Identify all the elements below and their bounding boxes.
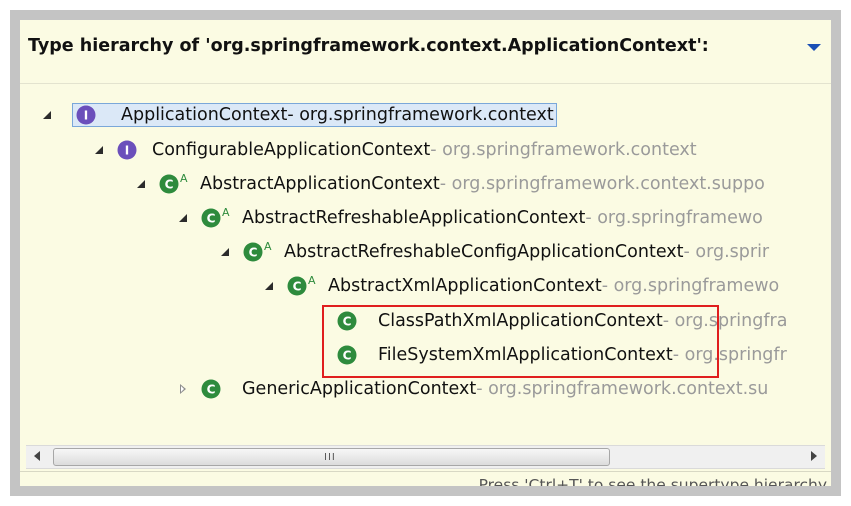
package-name: - org.springframework.context.suppo (439, 174, 765, 194)
type-name: AbstractRefreshableApplicationContext (242, 208, 586, 228)
abstract-class-icon: C A (158, 173, 194, 195)
svg-text:A: A (222, 207, 230, 219)
type-name: AbstractXmlApplicationContext (328, 276, 602, 296)
header-divider (20, 83, 831, 84)
svg-text:I: I (84, 109, 88, 123)
expanded-twisty-icon[interactable] (136, 178, 148, 190)
expanded-twisty-icon[interactable] (178, 212, 190, 224)
abstract-class-icon: C A (200, 207, 236, 229)
tree-row-abstractrefreshableapplicationcontext[interactable]: C A AbstractRefreshableApplicationContex… (178, 203, 763, 233)
popup-title: Type hierarchy of 'org.springframework.c… (28, 36, 709, 56)
tree-row-abstractxmlapplicationcontext[interactable]: C A AbstractXmlApplicationContext - org.… (264, 271, 779, 301)
svg-text:A: A (308, 275, 316, 287)
abstract-class-icon: C A (286, 275, 322, 297)
expanded-twisty-icon[interactable] (264, 280, 276, 292)
class-icon: C (200, 378, 222, 400)
tree-row-configurableapplicationcontext[interactable]: I ConfigurableApplicationContext - org.s… (94, 135, 697, 165)
type-name: AbstractRefreshableConfigApplicationCont… (284, 242, 684, 262)
tree-row-abstractapplicationcontext[interactable]: C A AbstractApplicationContext - org.spr… (136, 169, 765, 199)
hierarchy-tree: I ApplicationContext - org.springframewo… (20, 90, 831, 440)
svg-text:C: C (207, 383, 216, 397)
scroll-right-icon[interactable] (811, 451, 817, 461)
package-name: - org.springframewo (585, 208, 763, 228)
window-frame: Type hierarchy of 'org.springframework.c… (10, 10, 841, 496)
svg-text:C: C (207, 212, 216, 226)
interface-icon: I (75, 104, 97, 126)
horizontal-scrollbar[interactable]: III (26, 445, 825, 469)
scrollbar-thumb[interactable]: III (53, 448, 610, 466)
package-name: - org.springframework.context.su (476, 379, 769, 399)
view-menu-icon[interactable] (807, 44, 821, 51)
tree-row-applicationcontext[interactable]: I ApplicationContext - org.springframewo… (42, 100, 557, 130)
scroll-left-icon[interactable] (34, 451, 40, 461)
package-name: - org.sprir (683, 242, 770, 262)
collapsed-twisty-icon[interactable] (178, 383, 190, 395)
expanded-twisty-icon[interactable] (220, 246, 232, 258)
svg-text:I: I (125, 144, 129, 158)
expanded-twisty-icon[interactable] (42, 109, 54, 121)
package-name: - org.springframework.context (287, 105, 554, 125)
type-name: ApplicationContext (121, 105, 288, 125)
selected-node[interactable]: I ApplicationContext - org.springframewo… (72, 103, 557, 127)
type-name: AbstractApplicationContext (200, 174, 440, 194)
type-hierarchy-popup: Type hierarchy of 'org.springframework.c… (20, 20, 831, 486)
expanded-twisty-icon[interactable] (94, 144, 106, 156)
svg-text:C: C (249, 246, 258, 260)
tree-row-abstractrefreshableconfigapplicationcontext[interactable]: C A AbstractRefreshableConfigApplication… (220, 237, 769, 267)
abstract-class-icon: C A (242, 241, 278, 263)
package-name: - org.springframewo (601, 276, 780, 296)
svg-text:A: A (180, 173, 188, 185)
red-highlight-annotation (322, 305, 719, 378)
type-name: GenericApplicationContext (242, 379, 477, 399)
type-name: ConfigurableApplicationContext (152, 140, 431, 160)
popup-header: Type hierarchy of 'org.springframework.c… (20, 20, 831, 72)
svg-text:A: A (264, 241, 272, 253)
package-name: - org.springframework.context (430, 140, 697, 160)
interface-icon: I (116, 139, 138, 161)
svg-text:C: C (293, 280, 302, 294)
scrollbar-grip: III (324, 452, 336, 463)
svg-text:C: C (165, 178, 174, 192)
status-hint: Press 'Ctrl+T' to see the supertype hier… (478, 476, 827, 486)
tree-row-genericapplicationcontext[interactable]: C GenericApplicationContext - org.spring… (178, 374, 768, 404)
status-bar: Press 'Ctrl+T' to see the supertype hier… (20, 471, 831, 486)
